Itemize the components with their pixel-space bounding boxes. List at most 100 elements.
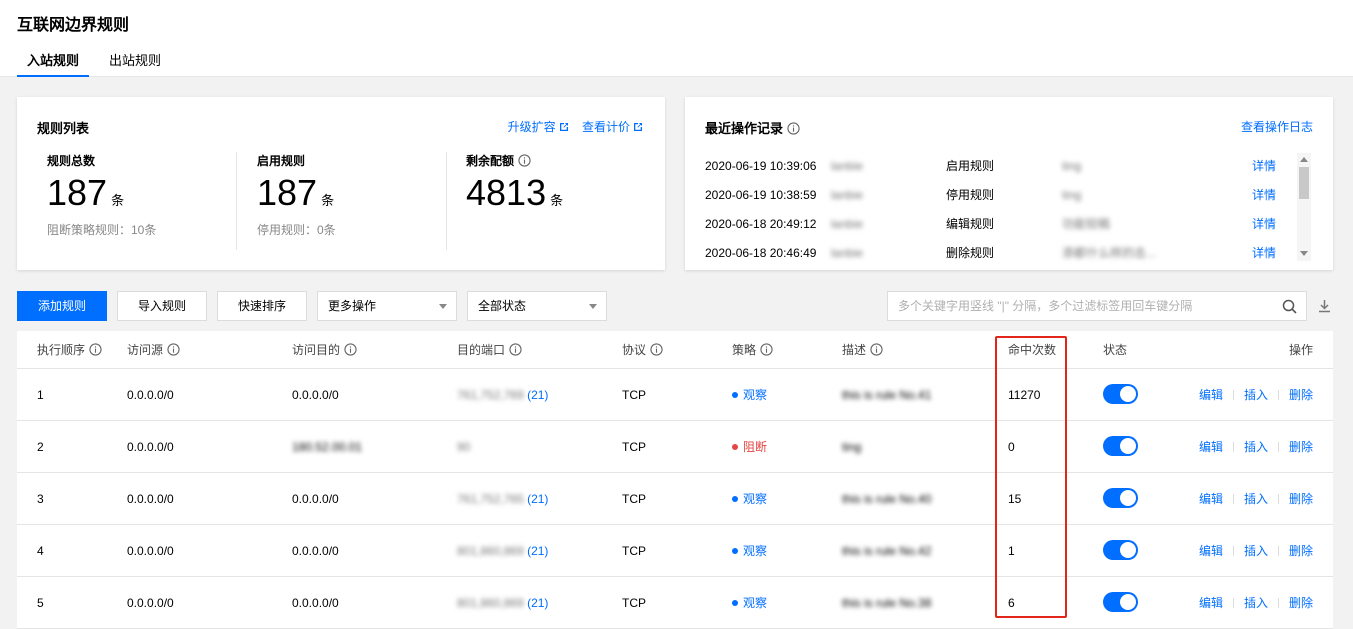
policy-dot (732, 496, 738, 502)
delete-link[interactable]: 删除 (1289, 544, 1313, 558)
info-icon[interactable] (509, 343, 522, 356)
log-target: 功能较稿 (1062, 217, 1111, 231)
search-input[interactable] (888, 292, 1278, 320)
log-action: 启用规则 (946, 159, 995, 173)
port-count-link[interactable]: (21) (527, 388, 548, 402)
add-rule-button[interactable]: 添加规则 (17, 291, 107, 321)
divider (446, 152, 447, 250)
port-count-link[interactable]: (21) (527, 544, 548, 558)
log-entry: 2020-06-18 20:46:49 lanbie 删除规则 添都什么样的击.… (705, 239, 1295, 268)
edit-link[interactable]: 编辑 (1199, 544, 1223, 558)
row-operations: 编辑 插入 删除 (1199, 525, 1313, 577)
insert-link[interactable]: 插入 (1244, 492, 1268, 506)
info-icon[interactable] (787, 122, 800, 135)
delete-link[interactable]: 删除 (1289, 596, 1313, 610)
column-header: 访问目的 (292, 343, 341, 357)
more-operations-dropdown[interactable]: 更多操作 (317, 291, 457, 321)
cell-dest: 0.0.0.0/0 (292, 596, 339, 610)
insert-link[interactable]: 插入 (1244, 544, 1268, 558)
info-icon[interactable] (760, 343, 773, 356)
column-header-hits[interactable]: 命中次数 (1008, 331, 1056, 369)
cell-protocol: TCP (622, 440, 646, 454)
info-icon[interactable] (344, 343, 357, 356)
page-title: 互联网边界规则 (17, 17, 130, 34)
recent-operations-card: 最近操作记录 查看操作日志 2020-06-19 10:39:06 lanbie… (685, 97, 1333, 270)
cell-source: 0.0.0.0/0 (127, 492, 174, 506)
scroll-up-arrow-icon[interactable] (1300, 157, 1308, 162)
cell-dest: 0.0.0.0/0 (292, 492, 339, 506)
status-filter-dropdown[interactable]: 全部状态 (467, 291, 607, 321)
status-toggle[interactable] (1103, 592, 1138, 612)
edit-link[interactable]: 编辑 (1199, 440, 1223, 454)
port-count-link[interactable]: (21) (527, 596, 548, 610)
tab-outbound-rules[interactable]: 出站规则 (99, 52, 171, 77)
log-detail-link[interactable]: 详情 (1252, 239, 1276, 268)
toggle-knob (1120, 490, 1136, 506)
edit-link[interactable]: 编辑 (1199, 596, 1223, 610)
import-rule-button[interactable]: 导入规则 (117, 291, 207, 321)
insert-link[interactable]: 插入 (1244, 440, 1268, 454)
divider (1232, 494, 1234, 504)
cell-port: 801,860,869 (457, 596, 524, 610)
scroll-down-arrow-icon[interactable] (1300, 251, 1308, 256)
info-icon[interactable] (650, 343, 663, 356)
stat-value: 187 (47, 172, 108, 213)
edit-link[interactable]: 编辑 (1199, 492, 1223, 506)
toggle-knob (1120, 542, 1136, 558)
delete-link[interactable]: 删除 (1289, 388, 1313, 402)
search-icon[interactable] (1282, 299, 1297, 314)
cell-hits: 0 (1008, 440, 1015, 454)
download-icon[interactable] (1318, 299, 1331, 313)
cell-protocol: TCP (622, 388, 646, 402)
cell-order: 2 (37, 440, 44, 454)
log-target: ting (1062, 159, 1082, 173)
log-detail-link[interactable]: 详情 (1252, 181, 1276, 210)
column-header: 状态 (1103, 343, 1128, 357)
cell-order: 3 (37, 492, 44, 506)
tab-inbound-rules[interactable]: 入站规则 (17, 52, 90, 77)
cell-desc: this is rule No.41 (842, 388, 932, 402)
scroll-thumb[interactable] (1299, 167, 1309, 199)
insert-link[interactable]: 插入 (1244, 596, 1268, 610)
delete-link[interactable]: 删除 (1289, 440, 1313, 454)
log-detail-link[interactable]: 详情 (1252, 210, 1276, 239)
table-row: 1 0.0.0.0/0 0.0.0.0/0 761,752,769 (21) T… (17, 369, 1333, 421)
info-icon[interactable] (89, 343, 102, 356)
cell-port: 90 (457, 440, 471, 454)
cell-hits: 1 (1008, 544, 1015, 558)
view-operation-log-link[interactable]: 查看操作日志 (1241, 118, 1313, 135)
upgrade-link[interactable]: 升级扩容 (508, 120, 569, 134)
quick-sort-button[interactable]: 快速排序 (217, 291, 307, 321)
status-toggle[interactable] (1103, 540, 1138, 560)
log-time: 2020-06-19 10:39:06 (705, 159, 817, 173)
row-operations: 编辑 插入 删除 (1199, 421, 1313, 473)
info-icon[interactable] (870, 343, 883, 356)
policy-dot (732, 548, 738, 554)
pricing-link[interactable]: 查看计价 (582, 120, 643, 134)
status-toggle[interactable] (1103, 488, 1138, 508)
info-icon[interactable] (167, 343, 180, 356)
cell-protocol: TCP (622, 544, 646, 558)
log-target: 添都什么样的击... (1062, 246, 1157, 260)
log-detail-link[interactable]: 详情 (1252, 152, 1276, 181)
insert-link[interactable]: 插入 (1244, 388, 1268, 402)
log-action: 停用规则 (946, 188, 995, 202)
divider (1277, 442, 1279, 452)
info-icon[interactable] (518, 154, 531, 167)
log-action: 删除规则 (946, 246, 995, 260)
delete-link[interactable]: 删除 (1289, 492, 1313, 506)
log-target: ting (1062, 188, 1082, 202)
cell-policy: 观察 (743, 596, 768, 610)
column-header: 执行顺序 (37, 343, 86, 357)
column-header: 协议 (622, 343, 647, 357)
chevron-down-icon (439, 304, 447, 309)
log-entry: 2020-06-19 10:39:06 lanbie 启用规则 ting 详情 (705, 152, 1295, 181)
edit-link[interactable]: 编辑 (1199, 388, 1223, 402)
status-toggle[interactable] (1103, 384, 1138, 404)
table-row: 3 0.0.0.0/0 0.0.0.0/0 761,752,765 (21) T… (17, 473, 1333, 525)
port-count-link[interactable]: (21) (527, 492, 548, 506)
status-toggle[interactable] (1103, 436, 1138, 456)
divider (1232, 442, 1234, 452)
log-scrollbar[interactable] (1297, 153, 1311, 261)
cell-dest: 0.0.0.0/0 (292, 388, 339, 402)
